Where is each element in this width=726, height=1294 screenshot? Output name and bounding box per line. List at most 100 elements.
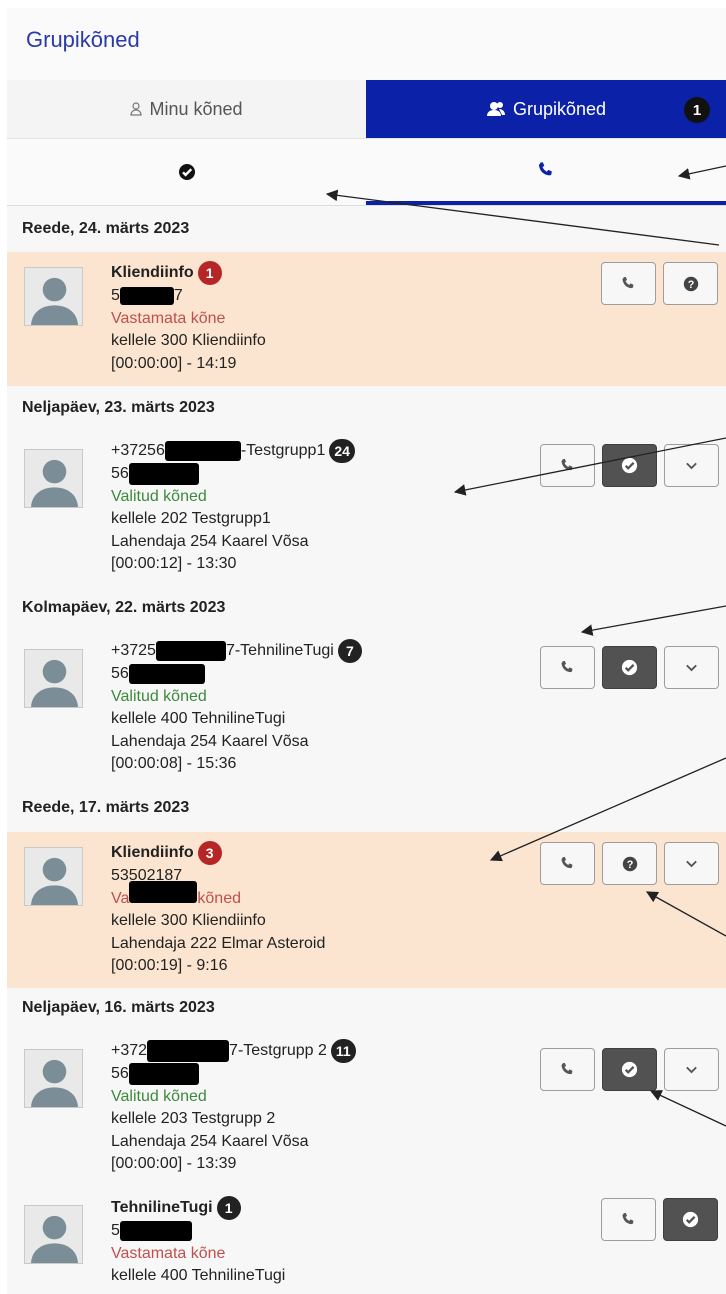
call-back-button[interactable] <box>540 646 595 689</box>
chevron-down-icon <box>683 855 700 872</box>
call-name: Kliendiinfo 3 <box>111 841 325 865</box>
call-info: +372 7-Testgrupp 2 11 56 Valitud kõned kel… <box>111 1039 356 1176</box>
row-actions <box>540 444 719 487</box>
name-suffix: 7-TehnilineTugi <box>225 642 334 660</box>
name-suffix: -Testgrupp1 <box>240 442 326 460</box>
name-prefix: +3725 <box>111 642 156 660</box>
status-prefix: Va <box>111 889 130 907</box>
help-button[interactable] <box>663 262 718 305</box>
row-actions <box>540 842 719 885</box>
redacted-block <box>119 1220 192 1241</box>
caller-number: 57 <box>111 285 266 308</box>
call-name: +3725 7-TehnilineTugi 7 <box>111 639 362 663</box>
mark-resolved-button[interactable] <box>602 444 657 487</box>
call-count-badge: 3 <box>197 841 222 865</box>
call-row[interactable]: Kliendiinfo 3 53502187 Va kõned kellele 30… <box>7 832 726 988</box>
call-info: +37256 -Testgrupp1 24 56 Valitud kõned kel… <box>111 439 355 576</box>
tab-bar: Minu kõned Grupikõned 1 <box>7 80 726 139</box>
date-header: Neljapäev, 23. märts 2023 <box>22 399 215 416</box>
page-title: Grupikõned <box>7 8 726 80</box>
call-time: [00:00:08] - 15:36 <box>111 755 237 772</box>
call-count-badge: 24 <box>329 439 355 463</box>
avatar <box>24 1205 83 1264</box>
redacted-block <box>128 1063 199 1085</box>
filter-calls[interactable] <box>366 139 726 205</box>
call-handler: Lahendaja 254 Kaarel Võsa <box>111 532 309 550</box>
date-header: Reede, 24. märts 2023 <box>22 220 190 237</box>
name-suffix: 7-Testgrupp 2 <box>229 1042 327 1060</box>
call-handler: Lahendaja 254 Kaarel Võsa <box>111 1132 309 1150</box>
call-handler: Lahendaja 254 Kaarel Võsa <box>111 732 309 750</box>
mark-resolved-button[interactable] <box>602 1048 657 1091</box>
call-row[interactable]: +372 7-Testgrupp 2 11 56 Valitud kõned kel… <box>7 1034 726 1186</box>
caller-name: Kliendiinfo <box>111 844 194 862</box>
number-prefix: 5 <box>111 287 120 304</box>
filter-resolved[interactable] <box>7 139 366 205</box>
tab-group-calls[interactable]: Grupikõned 1 <box>366 80 726 138</box>
phone-icon <box>559 855 576 872</box>
redacted-block <box>128 663 205 684</box>
call-time: [00:00:12] - 13:30 <box>111 555 237 573</box>
call-row[interactable]: Kliendiinfo 1 57 Vastamata kõne kellele 3… <box>7 252 726 386</box>
call-back-button[interactable] <box>540 842 595 885</box>
call-status: Vastamata kõne <box>111 309 226 327</box>
avatar <box>24 267 83 326</box>
call-row[interactable]: +37256 -Testgrupp1 24 56 Valitud kõned kel… <box>7 434 726 584</box>
date-header: Kolmapäev, 22. märts 2023 <box>22 599 226 616</box>
number-prefix: 56 <box>111 665 129 682</box>
expand-button[interactable] <box>664 842 719 885</box>
expand-button[interactable] <box>664 1048 719 1091</box>
check-circle-icon <box>620 1060 639 1079</box>
caller-number: 5 <box>111 1220 285 1243</box>
redacted-block <box>155 641 226 661</box>
call-handler: Lahendaja 222 Elmar Asteroid <box>111 934 326 952</box>
call-name: +37256 -Testgrupp1 24 <box>111 439 355 463</box>
call-name: +372 7-Testgrupp 2 11 <box>111 1039 356 1063</box>
call-status: Vastamata kõne <box>111 1244 226 1262</box>
redacted-block <box>129 881 198 904</box>
redacted-block <box>119 286 174 305</box>
call-count-badge: 1 <box>216 1196 241 1220</box>
avatar <box>24 449 83 508</box>
mark-resolved-button[interactable] <box>602 646 657 689</box>
call-time: [00:00:00] - 14:19 <box>111 354 237 372</box>
call-row[interactable]: TehnilineTugi 1 5 Vastamata kõne kellele … <box>7 1188 726 1294</box>
call-status: Valitud kõned <box>111 687 207 705</box>
date-header: Neljapäev, 16. märts 2023 <box>22 999 215 1016</box>
check-circle-icon <box>620 658 639 677</box>
row-actions <box>601 262 718 305</box>
phone-icon <box>559 1061 576 1078</box>
tab-my-calls-label: Minu kõned <box>149 98 243 119</box>
question-circle-icon <box>621 855 639 873</box>
phone-icon <box>620 275 637 292</box>
call-name: Kliendiinfo 1 <box>111 261 266 285</box>
number-prefix: 56 <box>111 465 129 483</box>
avatar <box>24 649 83 708</box>
tab-group-calls-label: Grupikõned <box>512 98 607 119</box>
call-back-button[interactable] <box>540 444 595 487</box>
help-button[interactable] <box>602 842 657 885</box>
caller-name: TehnilineTugi <box>111 1199 213 1217</box>
call-info: Kliendiinfo 1 57 Vastamata kõne kellele 3… <box>111 261 266 375</box>
call-row[interactable]: +3725 7-TehnilineTugi 7 56 Valitud kõned k… <box>7 634 726 784</box>
call-target: kellele 300 Kliendiinfo <box>111 912 266 929</box>
phone-icon <box>559 659 576 676</box>
expand-button[interactable] <box>664 646 719 689</box>
phone-icon <box>620 1211 637 1228</box>
call-status: Va kõned <box>111 881 325 911</box>
mark-resolved-button[interactable] <box>663 1198 718 1241</box>
call-target: kellele 203 Testgrupp 2 <box>111 1110 276 1128</box>
call-name: TehnilineTugi 1 <box>111 1196 285 1220</box>
annotation-arrow <box>580 605 726 636</box>
call-back-button[interactable] <box>540 1048 595 1091</box>
call-back-button[interactable] <box>601 262 656 305</box>
row-actions <box>540 1048 719 1091</box>
call-back-button[interactable] <box>601 1198 656 1241</box>
redacted-block <box>147 1040 230 1062</box>
call-count-badge: 7 <box>337 639 362 663</box>
call-status: Valitud kõned <box>111 487 207 505</box>
group-calls-count-badge: 1 <box>684 97 710 123</box>
expand-button[interactable] <box>664 444 719 487</box>
check-circle-icon <box>620 456 639 475</box>
tab-my-calls[interactable]: Minu kõned <box>7 80 366 138</box>
